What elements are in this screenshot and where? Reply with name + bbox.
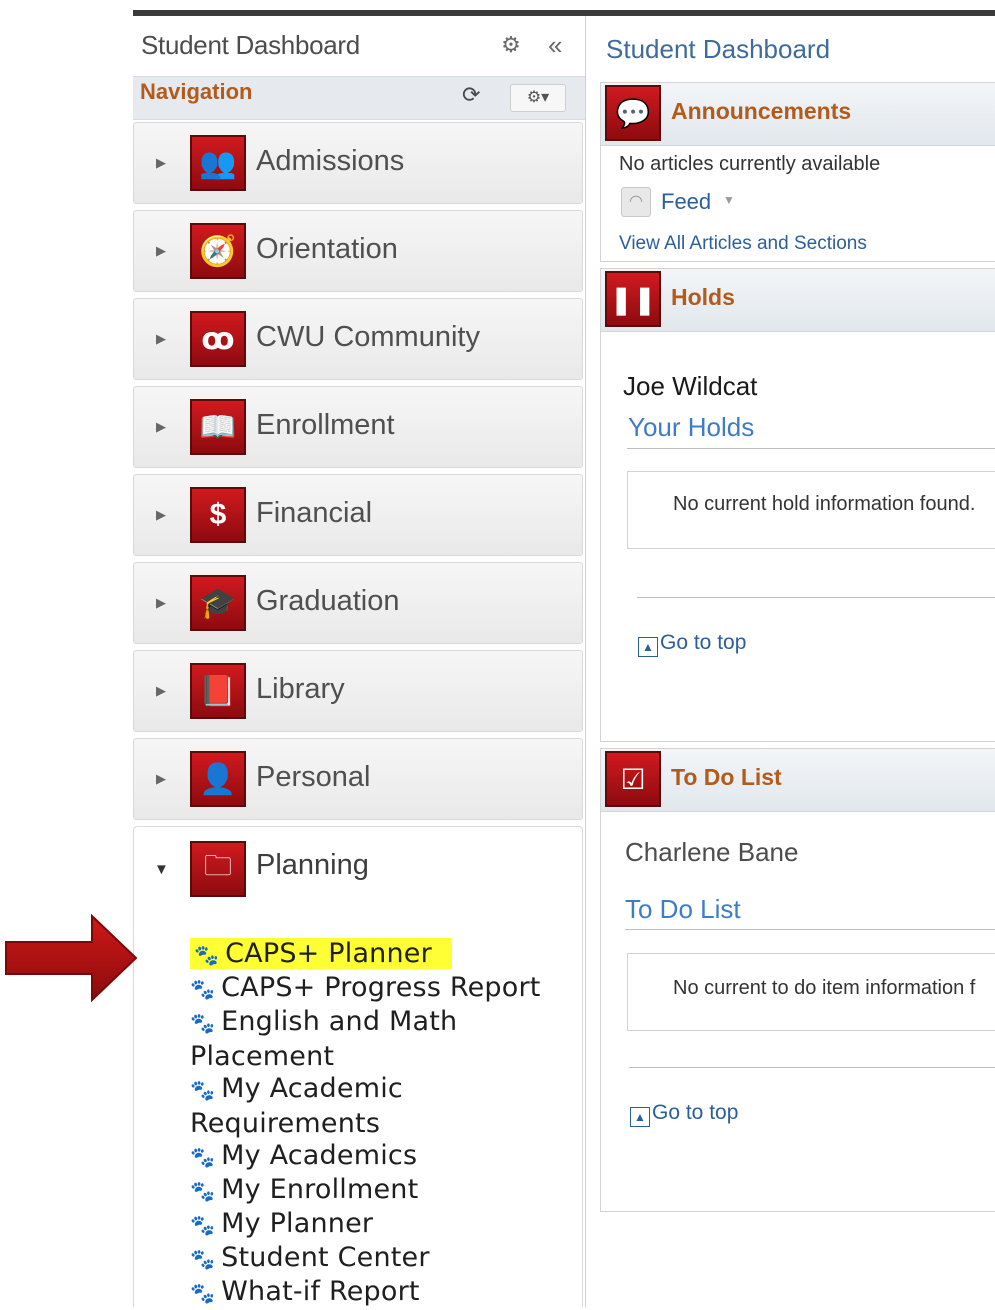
your-holds-heading: Your Holds [628, 412, 755, 442]
link-caps-progress-report[interactable]: 🐾 CAPS+ Progress Report [190, 971, 541, 1006]
no-articles-text: No articles currently available [619, 153, 881, 175]
paw-icon: 🐾 [190, 1011, 216, 1035]
red-arrow-icon [5, 913, 138, 1003]
nav-item-enrollment[interactable]: ▶ 📖 Enrollment [133, 386, 583, 468]
dollar-icon: $ [190, 487, 246, 543]
link-english-math-placement[interactable]: 🐾 English and Math Placement [190, 1005, 457, 1074]
nav-item-library[interactable]: ▶ 📕 Library [133, 650, 583, 732]
chevron-right-icon[interactable]: ▶ [156, 771, 166, 787]
go-to-top-icon: ▲ [630, 1107, 650, 1127]
nav-item-label: Orientation [256, 233, 398, 265]
holds-header: ❚❚ Holds [601, 269, 995, 332]
todo-list-heading: To Do List [625, 894, 741, 924]
divider [637, 597, 995, 598]
person-icon: 👤 [190, 751, 246, 807]
chevron-right-icon[interactable]: ▶ [156, 155, 166, 171]
view-all-articles-link[interactable]: View All Articles and Sections [619, 233, 867, 255]
nav-item-personal[interactable]: ▶ 👤 Personal [133, 738, 583, 820]
nav-item-label: Graduation [256, 585, 400, 617]
options-menu-button[interactable]: ⚙▾ [510, 84, 566, 112]
nav-item-label: Planning [256, 849, 369, 881]
chevron-right-icon[interactable]: ▶ [156, 243, 166, 259]
link-caps-planner[interactable]: 🐾 CAPS+ Planner [190, 937, 452, 972]
nav-item-admissions[interactable]: ▶ 👥 Admissions [133, 122, 583, 204]
chevron-right-icon[interactable]: ▶ [156, 419, 166, 435]
compass-icon: 🧭 [190, 223, 246, 279]
folder-icon: 🗀 [190, 841, 246, 897]
paw-icon: 🐾 [190, 1213, 216, 1237]
no-holds-message: No current hold information found. [673, 493, 976, 515]
link-my-enrollment[interactable]: 🐾 My Enrollment [190, 1173, 418, 1208]
nav-item-orientation[interactable]: ▶ 🧭 Orientation [133, 210, 583, 292]
people-icon: 👥 [190, 135, 246, 191]
paw-icon: 🐾 [190, 977, 216, 1001]
chevron-down-icon[interactable]: ▼ [723, 193, 735, 207]
go-to-top-link[interactable]: ▲ Go to top [630, 1101, 738, 1127]
refresh-icon[interactable]: ⟳ [462, 82, 480, 108]
pane-divider[interactable] [585, 16, 586, 1307]
community-icon: ꝏ [190, 311, 246, 367]
chevron-right-icon[interactable]: ▶ [156, 595, 166, 611]
holds-pagelet: ❚❚ Holds Joe Wildcat Your Holds No curre… [600, 268, 995, 742]
divider [627, 448, 995, 449]
rss-feed-icon: ◠ [621, 187, 651, 217]
nav-item-label: Library [256, 673, 345, 705]
chevron-right-icon[interactable]: ▶ [156, 331, 166, 347]
link-student-center[interactable]: 🐾 Student Center [190, 1241, 430, 1276]
panel-title: Student Dashboard [141, 30, 360, 60]
link-my-planner[interactable]: 🐾 My Planner [190, 1207, 373, 1242]
page-title: Student Dashboard [606, 34, 831, 64]
announcements-pagelet: 💬 Announcements No articles currently av… [600, 82, 995, 262]
speech-bubble-icon: 💬 [605, 85, 661, 141]
divider [625, 929, 995, 930]
paw-icon: 🐾 [194, 943, 220, 967]
nav-item-label: Personal [256, 761, 371, 793]
no-todo-message: No current to do item information f [673, 977, 976, 999]
student-name: Charlene Bane [625, 837, 799, 867]
book-icon: 📖 [190, 399, 246, 455]
checklist-icon: ☑ [605, 751, 661, 807]
paw-icon: 🐾 [190, 1179, 216, 1203]
nav-item-financial[interactable]: ▶ $ Financial [133, 474, 583, 556]
pause-icon: ❚❚ [605, 271, 661, 327]
nav-item-label: Enrollment [256, 409, 395, 441]
todo-pagelet: ☑ To Do List Charlene Bane To Do List No… [600, 748, 995, 1212]
holds-title: Holds [671, 284, 735, 310]
todo-title: To Do List [671, 764, 782, 790]
graduation-cap-icon: 🎓 [190, 575, 246, 631]
chevron-right-icon[interactable]: ▶ [156, 683, 166, 699]
nav-item-graduation[interactable]: ▶ 🎓 Graduation [133, 562, 583, 644]
library-book-icon: 📕 [190, 663, 246, 719]
nav-item-cwu-community[interactable]: ▶ ꝏ CWU Community [133, 298, 583, 380]
paw-icon: 🐾 [190, 1078, 216, 1102]
collapse-icon[interactable]: « [548, 30, 562, 61]
nav-item-label: Financial [256, 497, 373, 529]
paw-icon: 🐾 [190, 1281, 216, 1305]
nav-item-label: Admissions [256, 145, 405, 177]
gear-icon[interactable]: ⚙ [498, 32, 524, 58]
go-to-top-icon: ▲ [638, 637, 658, 657]
go-to-top-link[interactable]: ▲ Go to top [638, 631, 746, 657]
feed-link[interactable]: Feed [661, 189, 711, 215]
navigation-label: Navigation [140, 79, 253, 104]
paw-icon: 🐾 [190, 1145, 216, 1169]
nav-item-label: CWU Community [256, 321, 480, 353]
link-what-if-report[interactable]: 🐾 What-if Report [190, 1275, 420, 1310]
link-my-academic-requirements[interactable]: 🐾 My Academic Requirements [190, 1072, 403, 1141]
announcements-title: Announcements [671, 98, 852, 124]
chevron-down-icon[interactable]: ▼ [154, 861, 169, 878]
announcements-header: 💬 Announcements [601, 83, 995, 146]
paw-icon: 🐾 [190, 1247, 216, 1271]
todo-header: ☑ To Do List [601, 749, 995, 812]
link-my-academics[interactable]: 🐾 My Academics [190, 1139, 417, 1174]
student-name: Joe Wildcat [623, 371, 758, 401]
divider [629, 1067, 995, 1068]
chevron-right-icon[interactable]: ▶ [156, 507, 166, 523]
